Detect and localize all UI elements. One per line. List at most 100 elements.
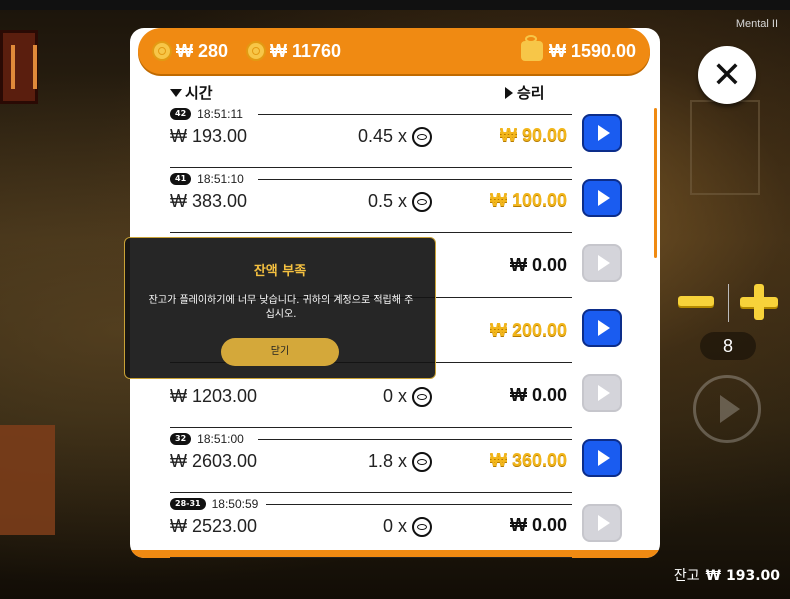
row-bottom-divider xyxy=(170,167,572,168)
play-icon xyxy=(720,395,740,423)
increase-button[interactable] xyxy=(740,284,778,320)
coin-icon xyxy=(152,41,172,61)
insufficient-balance-modal: 잔액 부족 잔고가 플레이하기에 너무 낮습니다. 귀하의 계정으로 적립해 주… xyxy=(124,237,436,379)
modal-title: 잔액 부족 xyxy=(253,264,307,279)
history-row: 41 18:51:10 ₩ 383.00 0.5 x ₩ 100.00 xyxy=(170,171,622,233)
row-header: 32 18:51:00 xyxy=(170,431,244,447)
row-multiplier: 0.5 x xyxy=(368,191,432,212)
row-win: ₩ 0.00 xyxy=(509,255,567,275)
coin-balance-1: ₩ 280 xyxy=(152,41,228,62)
coin-balance-2: ₩ 11760 xyxy=(246,41,341,62)
replay-button[interactable] xyxy=(582,309,622,347)
balance-display: 잔고 ₩ 193.00 xyxy=(674,565,780,585)
row-divider xyxy=(258,439,572,440)
row-time: 18:51:10 xyxy=(197,172,244,186)
row-bottom-divider xyxy=(170,232,572,233)
row-multiplier: 0 x xyxy=(383,516,432,537)
row-multiplier-value: 0.45 x xyxy=(357,126,407,146)
row-time: 18:51:11 xyxy=(197,107,243,121)
row-multiplier-value: 0.5 x xyxy=(367,191,407,211)
round-badge: 32 xyxy=(170,433,192,445)
background-sign xyxy=(0,30,38,104)
row-bottom-divider xyxy=(170,492,572,493)
background-panel xyxy=(690,100,760,195)
history-row: 32 18:51:00 ₩ 2603.00 1.8 x ₩ 360.00 xyxy=(170,431,622,493)
row-divider xyxy=(258,179,572,180)
wallet-balance: ₩ 1590.00 xyxy=(520,35,636,62)
coin-balance-1-value: ₩ 280 xyxy=(176,40,229,61)
close-button[interactable]: ✕ xyxy=(698,46,756,104)
row-divider xyxy=(258,114,572,115)
scrollbar[interactable] xyxy=(654,108,657,258)
row-win: ₩ 360.00 xyxy=(489,450,567,470)
decrease-button[interactable] xyxy=(678,296,714,306)
row-win: ₩ 0.00 xyxy=(509,385,567,405)
row-multiplier: 1.8 x xyxy=(368,451,432,472)
game-title: Mental II xyxy=(735,18,778,30)
replay-button[interactable] xyxy=(582,114,622,152)
coin-icon xyxy=(412,126,432,147)
balance-value: ₩ 193.00 xyxy=(705,568,780,584)
row-header: 42 18:51:11 xyxy=(170,106,243,122)
row-header: 28-31 18:50:59 xyxy=(170,496,258,512)
row-win: ₩ 90.00 xyxy=(499,125,567,145)
coin-icon xyxy=(412,516,432,537)
play-icon xyxy=(597,125,610,141)
column-win-label: 승리 xyxy=(517,84,545,102)
column-time-header[interactable]: 시간 xyxy=(170,82,213,103)
column-time-label: 시간 xyxy=(185,84,213,102)
background-box xyxy=(0,425,55,535)
replay-button[interactable] xyxy=(582,439,622,477)
row-multiplier-value: 0 x xyxy=(382,516,407,536)
round-badge: 28-31 xyxy=(170,498,206,510)
replay-button[interactable] xyxy=(582,244,622,282)
row-bet: ₩ 2603.00 xyxy=(170,451,258,471)
row-multiplier-value: 1.8 x xyxy=(367,451,407,471)
modal-close-button[interactable]: 닫기 xyxy=(221,338,339,366)
row-win: ₩ 100.00 xyxy=(489,190,567,210)
row-bet: ₩ 1203.00 xyxy=(170,386,258,406)
balance-label: 잔고 xyxy=(673,568,700,584)
round-badge: 42 xyxy=(170,108,192,120)
history-row: 28-31 18:50:59 ₩ 2523.00 0 x ₩ 0.00 xyxy=(170,496,622,558)
play-icon xyxy=(597,255,610,271)
column-win-header[interactable]: 승리 xyxy=(505,82,545,103)
round-badge: 41 xyxy=(170,173,192,185)
coin-balance-2-value: ₩ 11760 xyxy=(270,40,342,61)
coin-icon xyxy=(412,386,432,407)
play-icon xyxy=(597,385,610,401)
row-header: 41 18:51:10 xyxy=(170,171,244,187)
modal-message: 잔고가 플레이하기에 너무 낮습니다. 귀하의 계정으로 적립해 주십시오. xyxy=(148,295,414,320)
row-multiplier: 0.45 x xyxy=(358,126,432,147)
row-multiplier: 0 x xyxy=(383,386,432,407)
wallet-balance-value: ₩ 1590.00 xyxy=(548,40,636,61)
top-strip xyxy=(0,0,790,10)
stepper-divider xyxy=(728,284,729,322)
sort-down-icon xyxy=(170,88,182,97)
count-value: 8 xyxy=(700,332,756,360)
sort-right-icon xyxy=(505,86,513,99)
coin-icon xyxy=(246,41,266,61)
header-bar: ₩ 280 ₩ 11760 ₩ 1590.00 xyxy=(138,28,650,74)
row-bet: ₩ 383.00 xyxy=(170,191,248,211)
replay-button[interactable] xyxy=(582,179,622,217)
row-time: 18:50:59 xyxy=(211,497,259,511)
play-icon xyxy=(597,190,610,206)
play-icon xyxy=(597,515,610,531)
row-bet: ₩ 2523.00 xyxy=(170,516,258,536)
row-divider xyxy=(266,504,572,505)
replay-button[interactable] xyxy=(582,504,622,542)
wallet-icon xyxy=(520,35,543,61)
history-row: 42 18:51:11 ₩ 193.00 0.45 x ₩ 90.00 xyxy=(170,106,622,168)
row-time: 18:51:00 xyxy=(197,432,244,446)
play-icon xyxy=(597,320,610,336)
row-bet: ₩ 193.00 xyxy=(170,126,248,146)
row-bottom-divider xyxy=(170,427,572,428)
replay-button[interactable] xyxy=(582,374,622,412)
row-win: ₩ 0.00 xyxy=(509,515,567,535)
play-icon xyxy=(597,450,610,466)
coin-icon xyxy=(412,451,432,472)
row-bottom-divider xyxy=(170,557,572,558)
row-multiplier-value: 0 x xyxy=(382,386,407,406)
big-play-button[interactable] xyxy=(693,375,761,443)
